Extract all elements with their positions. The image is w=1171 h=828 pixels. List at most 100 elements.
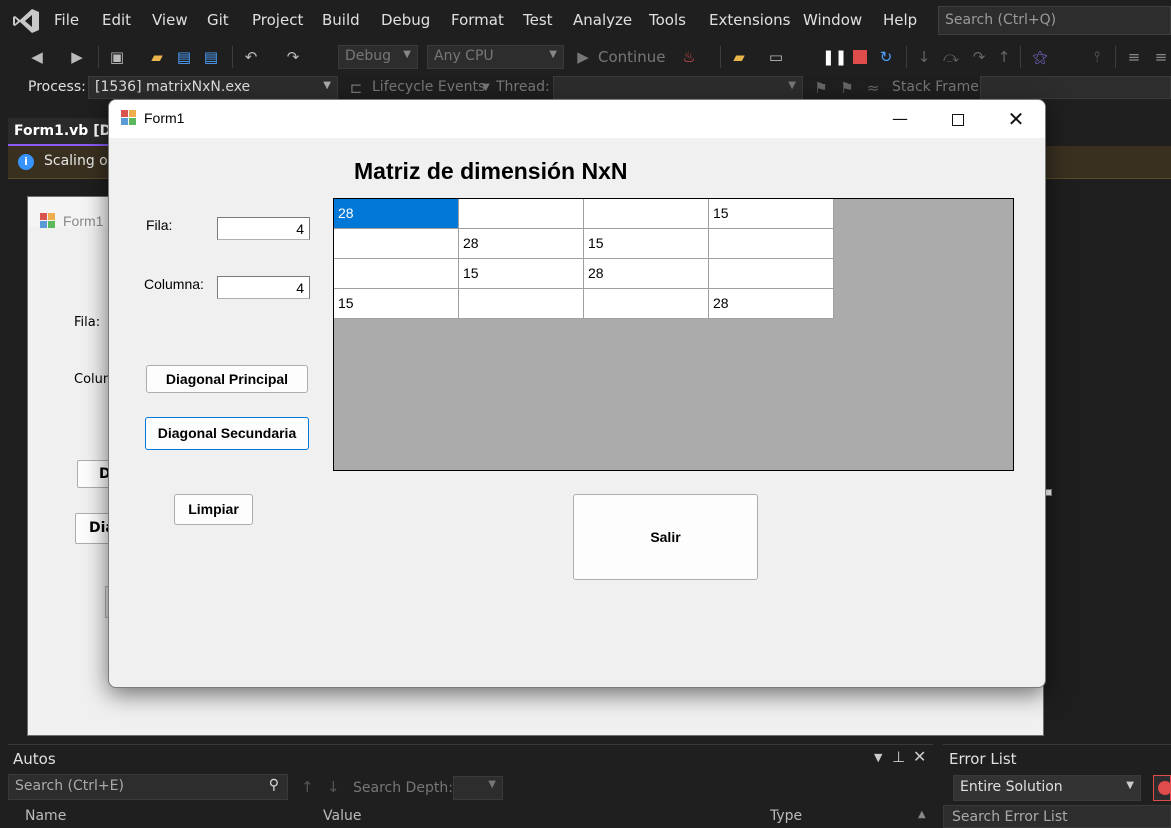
chevron-down-icon: ▼ — [549, 49, 557, 60]
panel-dropdown-icon[interactable]: ▼ — [874, 751, 882, 764]
matrix-cell-0-0[interactable]: 28 — [334, 199, 459, 229]
pin-icon[interactable]: ⊥ — [892, 748, 905, 766]
align-center-icon[interactable]: ≡ — [1152, 48, 1170, 66]
scroll-up-icon[interactable]: ▲ — [918, 809, 926, 820]
diagonal-principal-button[interactable]: Diagonal Principal — [146, 365, 308, 393]
save-all-icon[interactable]: ▤ — [202, 48, 220, 66]
process-dropdown[interactable]: [1536] matrixNxN.exe ▼ — [88, 76, 338, 99]
flag-all-icon[interactable]: ⚑ — [838, 79, 856, 97]
lifecycle-events-dropdown[interactable]: Lifecycle Events — [372, 79, 485, 95]
matrix-cell-2-0[interactable] — [334, 259, 459, 289]
document-tab-form1-design[interactable]: Form1.vb [De — [8, 118, 118, 146]
error-scope-dropdown[interactable]: Entire Solution ▼ — [953, 775, 1141, 801]
matrix-cell-1-3[interactable] — [709, 229, 834, 259]
navigate-back-icon[interactable]: ◀ — [28, 48, 46, 66]
matrix-cell-1-2[interactable]: 15 — [584, 229, 709, 259]
matrix-datagrid[interactable]: 28 15 28 15 15 28 15 28 — [333, 198, 1014, 471]
menu-project[interactable]: Project — [252, 11, 303, 29]
matrix-cell-3-1[interactable] — [459, 289, 584, 319]
step-into-icon[interactable]: ↓ — [915, 48, 933, 66]
errors-filter-button[interactable] — [1153, 775, 1171, 801]
step-over-icon[interactable]: ↷ — [970, 48, 988, 66]
menu-file[interactable]: File — [54, 11, 79, 29]
stack-icon[interactable]: ≈ — [864, 79, 882, 97]
close-icon[interactable]: ✕ — [913, 747, 926, 766]
matrix-cell-2-3[interactable] — [709, 259, 834, 289]
navigate-forward-icon[interactable]: ▶ — [68, 48, 86, 66]
minimize-icon: — — [892, 109, 908, 128]
matrix-cell-1-0[interactable] — [334, 229, 459, 259]
restart-icon[interactable]: ↻ — [877, 48, 895, 66]
open-folder-icon[interactable]: ▰ — [730, 48, 748, 66]
menu-test[interactable]: Test — [523, 11, 553, 29]
stack-frame-dropdown[interactable] — [980, 76, 1171, 99]
diagonal-secundaria-button[interactable]: Diagonal Secundaria — [145, 417, 309, 450]
menu-extensions[interactable]: Extensions — [709, 11, 790, 29]
column-header-name[interactable]: Name — [25, 808, 66, 824]
platform-dropdown[interactable]: Any CPU ▼ — [427, 45, 564, 69]
menu-format[interactable]: Format — [451, 11, 504, 29]
menu-view[interactable]: View — [152, 11, 188, 29]
save-icon[interactable]: ▤ — [175, 48, 193, 66]
matrix-cell-0-2[interactable] — [584, 199, 709, 229]
new-item-icon[interactable]: ▣ — [108, 48, 126, 66]
stop-icon[interactable] — [853, 50, 867, 64]
hot-reload-icon[interactable]: ♨ — [680, 48, 698, 66]
thread-dropdown[interactable]: ▼ — [553, 76, 803, 99]
browser-link-icon[interactable]: ▭ — [767, 48, 785, 66]
close-button[interactable]: ✕ — [987, 100, 1045, 138]
minimize-button[interactable]: — — [871, 100, 929, 138]
autos-search-placeholder: Search (Ctrl+E) — [15, 778, 124, 794]
matrix-cell-3-2[interactable] — [584, 289, 709, 319]
menu-analyze[interactable]: Analyze — [573, 11, 632, 29]
configuration-dropdown[interactable]: Debug ▼ — [338, 45, 418, 69]
column-header-type[interactable]: Type — [770, 808, 802, 824]
maximize-button[interactable] — [929, 100, 987, 138]
undo-icon[interactable]: ↶ — [242, 48, 260, 66]
pause-icon[interactable]: ❚❚ — [822, 48, 847, 66]
matrix-cell-1-1[interactable]: 28 — [459, 229, 584, 259]
matrix-cell-0-1[interactable] — [459, 199, 584, 229]
step-out-icon[interactable]: ↑ — [995, 48, 1013, 66]
continue-play-icon[interactable]: ▶ — [574, 48, 592, 66]
arrow-down-icon[interactable]: ↓ — [327, 778, 340, 796]
flag-icon[interactable]: ⚑ — [812, 79, 830, 97]
align-left-icon[interactable]: ≡ — [1125, 48, 1143, 66]
limpiar-button[interactable]: Limpiar — [174, 494, 253, 525]
menu-build[interactable]: Build — [322, 11, 360, 29]
autos-search-input[interactable]: Search (Ctrl+E) ⚲ — [8, 774, 288, 800]
matrix-cell-3-3[interactable]: 28 — [709, 289, 834, 319]
matrix-cell-2-1[interactable]: 15 — [459, 259, 584, 289]
step-over-icon[interactable]: ⤼ — [942, 48, 960, 66]
menu-window[interactable]: Window — [803, 11, 862, 29]
toolbar-separator — [906, 46, 907, 68]
diagnostics-icon[interactable]: ⚝ — [1031, 48, 1049, 66]
menu-help[interactable]: Help — [883, 11, 917, 29]
menu-edit[interactable]: Edit — [102, 11, 131, 29]
arrow-up-icon[interactable]: ↑ — [301, 778, 314, 796]
matrix-heading: Matriz de dimensión NxN — [354, 158, 628, 184]
menu-tools[interactable]: Tools — [649, 11, 686, 29]
column-header-value[interactable]: Value — [323, 808, 361, 824]
continue-button[interactable]: Continue — [598, 48, 665, 66]
form1-titlebar[interactable]: Form1 — ✕ — [109, 100, 1045, 138]
matrix-cell-0-3[interactable]: 15 — [709, 199, 834, 229]
chevron-down-icon: ▼ — [323, 80, 331, 91]
open-folder-icon[interactable]: ▰ — [148, 48, 166, 66]
breakpoint-icon[interactable]: ⫯ — [1088, 48, 1106, 66]
error-list-search-input[interactable]: Search Error List — [943, 805, 1171, 828]
menu-debug[interactable]: Debug — [381, 11, 430, 29]
matrix-cell-2-2[interactable]: 28 — [584, 259, 709, 289]
columna-label: Columna: — [144, 276, 204, 292]
resize-handle[interactable] — [1045, 489, 1052, 496]
matrix-cell-3-0[interactable]: 15 — [334, 289, 459, 319]
global-search-input[interactable]: Search (Ctrl+Q) — [938, 6, 1171, 35]
search-depth-dropdown[interactable]: ▼ — [453, 776, 503, 800]
menu-git[interactable]: Git — [207, 11, 229, 29]
process-label: Process: — [28, 79, 86, 95]
salir-button[interactable]: Salir — [573, 494, 758, 580]
fila-input[interactable]: 4 — [217, 217, 310, 240]
columna-input[interactable]: 4 — [217, 276, 310, 299]
redo-icon[interactable]: ↷ — [284, 48, 302, 66]
designer-fila-label[interactable]: Fila: — [74, 315, 100, 330]
